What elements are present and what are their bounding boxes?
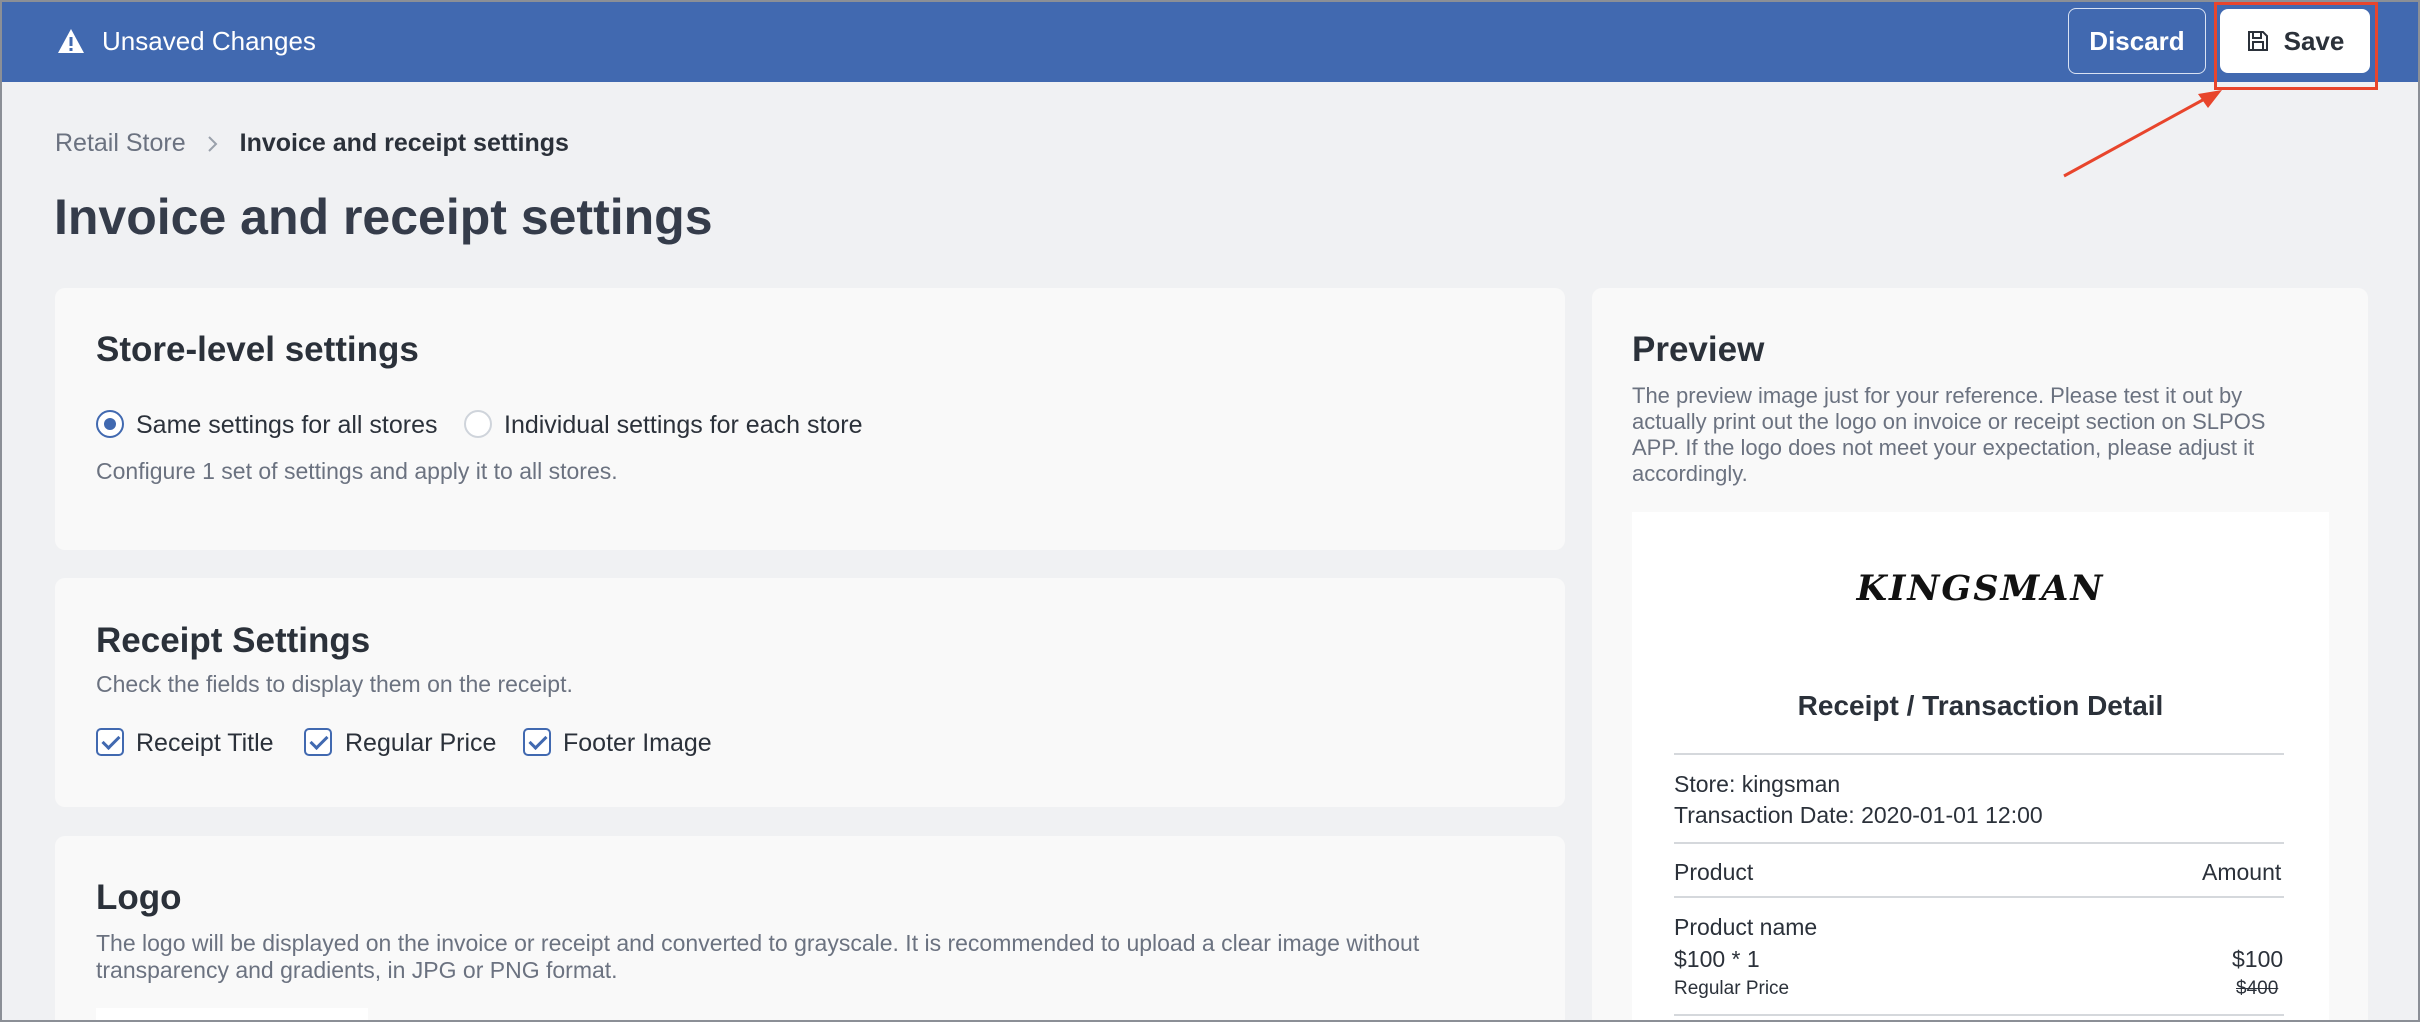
logo-description-line1: The logo will be displayed on the invoic… <box>96 930 1420 956</box>
checkbox-receipt-title-label: Receipt Title <box>136 729 274 757</box>
warning-icon <box>58 29 84 53</box>
checkbox-footer-image[interactable] <box>523 728 551 756</box>
receipt-regular-price-label: Regular Price <box>1674 978 1790 999</box>
page-title: Invoice and receipt settings <box>54 189 713 245</box>
receipt-divider <box>1674 1014 2284 1016</box>
preview-description-line: actually print out the logo on invoice o… <box>1632 409 2266 434</box>
checkbox-regular-price-label: Regular Price <box>345 729 497 757</box>
receipt-divider <box>1674 753 2284 755</box>
discard-button[interactable]: Discard <box>2068 8 2206 74</box>
save-button-label: Save <box>2283 25 2345 56</box>
receipt-title: Receipt / Transaction Detail <box>1797 690 2164 721</box>
breadcrumb-current: Invoice and receipt settings <box>239 129 569 157</box>
receipt-divider <box>1674 896 2284 898</box>
radio-same-settings-label: Same settings for all stores <box>136 411 438 439</box>
preview-card: Preview The preview image just for your … <box>1592 288 2368 1020</box>
radio-individual-settings-label: Individual settings for each store <box>504 411 863 439</box>
preview-heading: Preview <box>1632 330 1765 369</box>
unsaved-changes-bar: Unsaved Changes Discard Save <box>2 2 2418 82</box>
receipt-divider <box>1674 842 2284 844</box>
receipt-transaction-date: Transaction Date: 2020-01-01 12:00 <box>1674 802 2043 828</box>
logo-upload-area[interactable] <box>96 1008 368 1020</box>
save-icon <box>2247 31 2268 51</box>
store-level-settings-card: Store-level settings Same settings for a… <box>55 288 1565 550</box>
annotation-arrow <box>2063 90 2222 178</box>
receipt-regular-price-value: $400 <box>2236 978 2279 999</box>
receipt-brand-logo: KINGSMAN <box>1856 568 2105 609</box>
app-window: Unsaved Changes Discard Save Retail Stor… <box>0 0 2420 1022</box>
checkbox-receipt-title[interactable] <box>96 728 124 756</box>
logo-description-line2: transparency and gradients, in JPG or PN… <box>96 957 618 983</box>
receipt-settings-heading: Receipt Settings <box>96 621 371 660</box>
receipt-item-amount: $100 <box>2232 946 2284 972</box>
receipt-col-amount: Amount <box>2202 859 2282 885</box>
store-settings-heading: Store-level settings <box>96 330 419 369</box>
radio-individual-settings[interactable] <box>464 410 492 438</box>
receipt-settings-description: Check the fields to display them on the … <box>96 671 573 697</box>
checkbox-footer-image-label: Footer Image <box>563 729 712 757</box>
checkbox-regular-price[interactable] <box>304 728 332 756</box>
radio-same-settings[interactable] <box>96 410 124 438</box>
save-button[interactable]: Save <box>2220 9 2370 73</box>
receipt-col-product: Product <box>1674 859 1754 885</box>
breadcrumb-retail-store[interactable]: Retail Store <box>55 129 186 158</box>
preview-description-line: accordingly. <box>1632 461 1748 486</box>
preview-description-line: The preview image just for your referenc… <box>1632 383 2243 408</box>
preview-description: The preview image just for your referenc… <box>1632 383 2332 487</box>
breadcrumb: Retail Store Invoice and receipt setting… <box>55 129 569 158</box>
unsaved-changes-label: Unsaved Changes <box>102 26 316 56</box>
store-settings-description: Configure 1 set of settings and apply it… <box>96 458 618 484</box>
logo-description: The logo will be displayed on the invoic… <box>96 930 1536 984</box>
preview-description-line: APP. If the logo does not meet your expe… <box>1632 435 2255 460</box>
receipt-item-name: Product name <box>1674 914 1818 940</box>
logo-heading: Logo <box>96 878 182 917</box>
discard-button-label: Discard <box>2089 25 2185 56</box>
receipt-item-qty: $100 * 1 <box>1674 946 1760 972</box>
receipt-store: Store: kingsman <box>1674 771 1841 797</box>
chevron-right-icon <box>207 135 218 152</box>
logo-card: Logo The logo will be displayed on the i… <box>55 836 1565 1020</box>
receipt-settings-card: Receipt Settings Check the fields to dis… <box>55 578 1565 807</box>
